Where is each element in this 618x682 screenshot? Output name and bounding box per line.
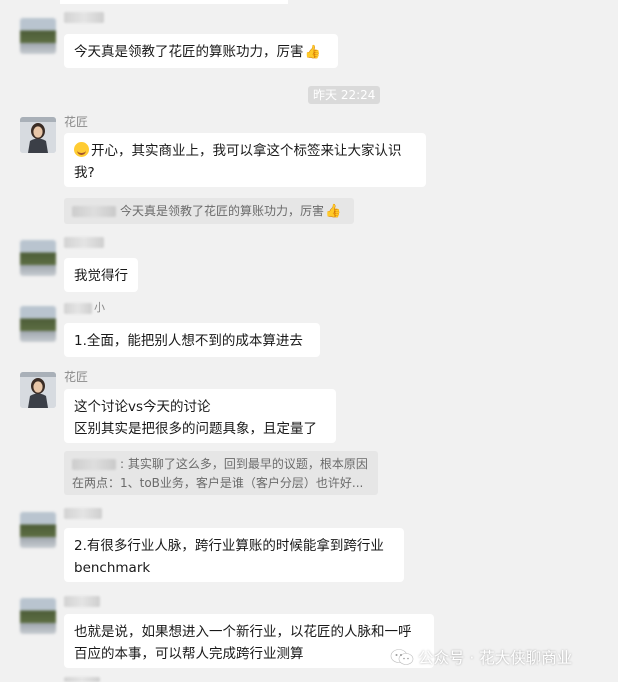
previous-message-edge [60,0,288,4]
sender-name-blurred [64,596,100,607]
message-line: 区别其实是把很多的问题具象，且定量了 [74,421,317,437]
watermark: 公众号 · 花大侠聊商业 [390,646,572,668]
thumbs-up-icon: 👍 [325,204,342,219]
quoted-message[interactable]: : 其实聊了这么多，回到最早的议题，根本原因 在两点：1、toB业务，客户是谁（… [64,451,378,495]
message-line: 这个讨论vs今天的讨论 [74,399,211,415]
message-text: 我觉得行 [74,268,128,284]
message-line: benchmark [74,560,151,576]
quoted-line: : 其实聊了这么多，回到最早的议题，根本原因 [120,457,368,471]
message-bubble[interactable]: 今天真是领教了花匠的算账功力，厉害👍 [64,34,338,68]
quoted-text: 今天真是领教了花匠的算账功力，厉害 [120,204,325,218]
wechat-icon [390,649,414,665]
message-line: 2.有很多行业人脉，跨行业算账的时候能拿到跨行业 [74,538,384,554]
message-bubble[interactable]: 2.有很多行业人脉，跨行业算账的时候能拿到跨行业 benchmark [64,528,404,582]
quoted-sender-blurred [72,459,116,470]
avatar[interactable] [20,18,56,54]
thumbs-up-icon: 👍 [304,45,321,60]
watermark-text: 公众号 · 花大侠聊商业 [418,649,573,667]
sender-name: 花匠 [64,370,89,384]
message-text: 1.全面，能把别人想不到的成本算进去 [74,333,303,349]
quoted-message[interactable]: 今天真是领教了花匠的算账功力，厉害👍 [64,198,354,224]
message-bubble[interactable]: 也就是说，如果想进入一个新行业，以花匠的人脉和一呼 百应的本事，可以帮人完成跨行… [64,614,434,668]
sender-name-blurred [64,237,104,248]
quoted-sender-blurred [72,206,116,217]
sender-name: 花匠 [64,115,89,129]
message-bubble[interactable]: 1.全面，能把别人想不到的成本算进去 [64,323,320,357]
timestamp: 昨天 22:24 [308,86,381,104]
sender-name-blurred [64,303,92,314]
quoted-line: 在两点：1、toB业务，客户是谁（客户分层）也许好... [72,476,364,490]
avatar[interactable] [20,240,56,276]
avatar[interactable] [20,598,56,634]
sender-name-blurred [64,12,104,23]
smile-emoji-icon [74,142,89,157]
message-bubble[interactable]: 开心，其实商业上，我可以拿这个标签来让大家认识我? [64,133,426,187]
message-bubble[interactable]: 我觉得行 [64,258,138,292]
avatar[interactable] [20,372,56,408]
message-text: 今天真是领教了花匠的算账功力，厉害 [74,44,304,60]
avatar[interactable] [20,512,56,548]
avatar[interactable] [20,306,56,342]
message-line: 百应的本事，可以帮人完成跨行业测算 [74,646,304,662]
avatar[interactable] [20,117,56,153]
message-text: 开心，其实商业上，我可以拿这个标签来让大家认识我? [74,143,402,181]
message-bubble[interactable]: 这个讨论vs今天的讨论 区别其实是把很多的问题具象，且定量了 [64,389,336,443]
sender-name-suffix: 小 [94,301,105,314]
sender-name-blurred [64,677,100,682]
sender-name-blurred [64,508,102,519]
message-line: 也就是说，如果想进入一个新行业，以花匠的人脉和一呼 [74,624,412,640]
